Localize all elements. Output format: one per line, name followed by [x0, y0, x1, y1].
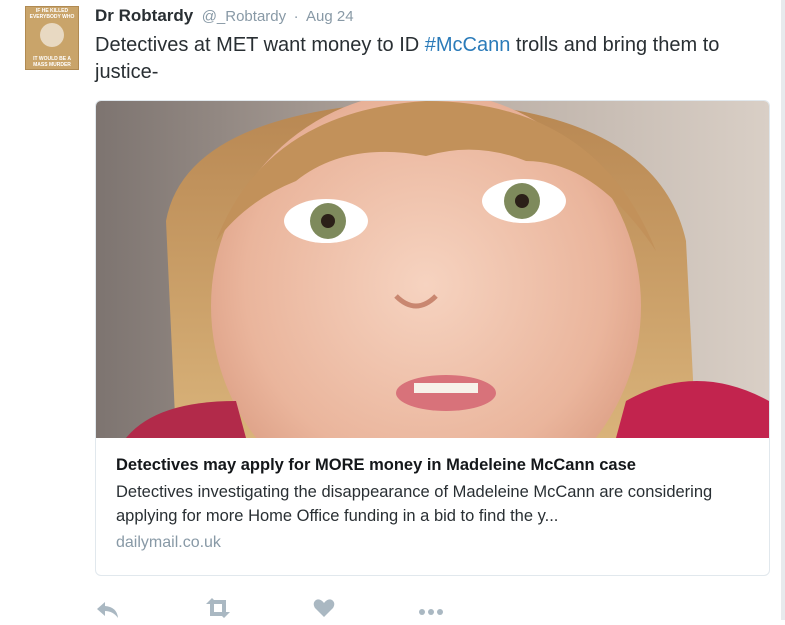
page-edge: [781, 0, 785, 620]
tweet-header: Dr Robtardy @_Robtardy · Aug 24: [95, 6, 354, 28]
like-icon[interactable]: [312, 596, 336, 625]
tweet-timestamp[interactable]: Aug 24: [306, 8, 354, 25]
avatar-caption-bottom: IT WOULD BE A MASS MURDER: [33, 56, 71, 68]
reply-icon[interactable]: [95, 596, 121, 625]
hashtag-link[interactable]: #McCann: [425, 34, 511, 56]
header-separator: ·: [293, 8, 299, 25]
card-photo: [96, 101, 769, 438]
tweet-text-before: Detectives at MET want money to ID: [95, 34, 425, 56]
more-icon[interactable]: [417, 596, 445, 625]
avatar-cat-face: [40, 23, 64, 47]
link-card[interactable]: Detectives may apply for MORE money in M…: [95, 100, 770, 576]
card-description: Detectives investigating the disappearan…: [116, 483, 713, 525]
tweet-text: Detectives at MET want money to ID #McCa…: [95, 32, 765, 86]
card-body[interactable]: Detectives may apply for MORE money in M…: [116, 454, 756, 552]
author-name[interactable]: Dr Robtardy: [95, 6, 193, 25]
card-domain[interactable]: dailymail.co.uk: [116, 534, 756, 552]
avatar-caption-top: IF HE KILLED EVERYBODY WHO HATES YOU: [29, 8, 75, 20]
avatar[interactable]: IF HE KILLED EVERYBODY WHO HATES YOU IT …: [25, 6, 79, 70]
tweet-actions: [95, 596, 495, 620]
card-title[interactable]: Detectives may apply for MORE money in M…: [116, 454, 756, 476]
author-handle[interactable]: @_Robtardy: [202, 8, 286, 25]
card-image[interactable]: [96, 101, 769, 438]
retweet-icon[interactable]: [203, 596, 233, 625]
